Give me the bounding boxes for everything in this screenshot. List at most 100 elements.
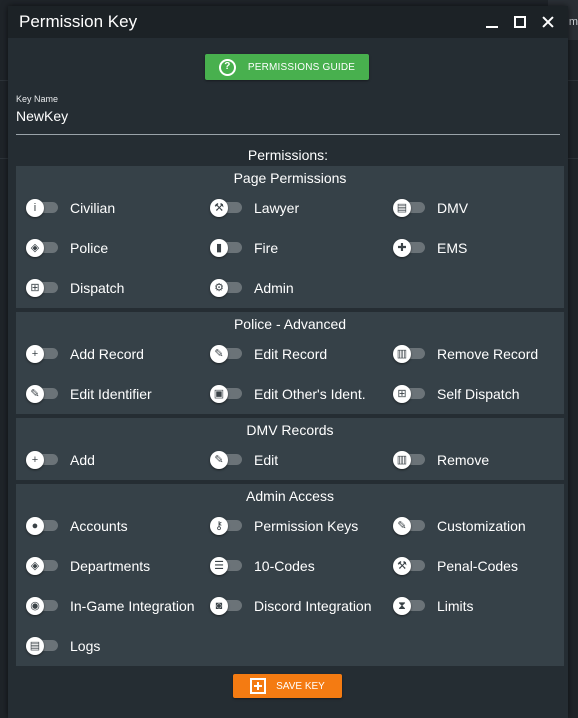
permission-item: ● Accounts bbox=[24, 514, 128, 538]
permission-item: ✎ Edit Record bbox=[208, 342, 327, 366]
permission-toggle[interactable]: ☰ bbox=[208, 554, 244, 578]
permission-toggle[interactable]: i bbox=[24, 196, 60, 220]
permission-label: Edit Record bbox=[254, 346, 328, 362]
permission-toggle[interactable]: ● bbox=[24, 514, 60, 538]
permission-label: Logs bbox=[70, 638, 101, 654]
shield-icon: ◈ bbox=[26, 239, 44, 257]
permission-toggle[interactable]: ✎ bbox=[24, 382, 60, 406]
paint-brush-icon: ✎ bbox=[393, 517, 411, 535]
permission-label: Edit bbox=[254, 452, 279, 468]
key-name-label: Key Name bbox=[16, 94, 59, 104]
permission-item: ☰ 10-Codes bbox=[208, 554, 315, 578]
close-icon[interactable] bbox=[540, 14, 556, 30]
permission-toggle[interactable]: ⚷ bbox=[208, 514, 244, 538]
permission-toggle[interactable]: ◉ bbox=[24, 594, 60, 618]
permission-label: Discord Integration bbox=[254, 598, 372, 614]
window-controls bbox=[484, 6, 556, 38]
permission-item: + Add Record bbox=[24, 342, 144, 366]
permission-label: Penal-Codes bbox=[437, 558, 518, 574]
permission-section: Page Permissions i Civilian ⚒ Lawyer ▤ DMV ◈ Pol… bbox=[16, 166, 564, 308]
permission-item: ⧗ Limits bbox=[391, 594, 474, 618]
permission-label: Lawyer bbox=[254, 200, 300, 216]
permission-toggle[interactable]: ▤ bbox=[391, 196, 427, 220]
permission-item: ✎ Edit Identifier bbox=[24, 382, 152, 406]
permission-toggle[interactable]: ▮ bbox=[208, 236, 244, 260]
permission-toggle[interactable]: ⚒ bbox=[208, 196, 244, 220]
save-key-button[interactable]: SAVE KEY bbox=[233, 674, 342, 698]
permission-item: ▤ Logs bbox=[24, 634, 100, 658]
permission-toggle[interactable]: + bbox=[24, 448, 60, 472]
permission-item: ▥ Remove bbox=[391, 448, 489, 472]
sitemap-icon: ⊞ bbox=[26, 279, 44, 297]
permission-toggle[interactable]: + bbox=[24, 342, 60, 366]
permission-item: ⚷ Permission Keys bbox=[208, 514, 358, 538]
info-icon: i bbox=[26, 199, 44, 217]
sitemap-icon: ⊞ bbox=[393, 385, 411, 403]
permission-label: Accounts bbox=[70, 518, 128, 534]
permission-item: i Civilian bbox=[24, 196, 115, 220]
permission-toggle[interactable]: ✎ bbox=[391, 514, 427, 538]
permission-label: Dispatch bbox=[70, 280, 125, 296]
permission-toggle[interactable]: ▥ bbox=[391, 448, 427, 472]
save-key-label: SAVE KEY bbox=[276, 680, 325, 692]
permission-toggle[interactable]: ⧗ bbox=[391, 594, 427, 618]
section-title: Admin Access bbox=[246, 488, 334, 504]
list-icon: ☰ bbox=[210, 557, 228, 575]
permission-item: ⊞ Dispatch bbox=[24, 276, 124, 300]
permission-toggle[interactable]: ◙ bbox=[208, 594, 244, 618]
permission-item: ✎ Edit bbox=[208, 448, 278, 472]
permission-label: 10-Codes bbox=[254, 558, 315, 574]
permission-item: ⊞ Self Dispatch bbox=[391, 382, 519, 406]
id-badge-icon: ▣ bbox=[210, 385, 228, 403]
dialog-title: Permission Key bbox=[19, 12, 138, 31]
permission-toggle[interactable]: ▥ bbox=[391, 342, 427, 366]
key-name-input[interactable]: NewKey bbox=[16, 108, 68, 124]
user-icon: ● bbox=[26, 517, 44, 535]
permission-label: Self Dispatch bbox=[437, 386, 520, 402]
permission-item: ▥ Remove Record bbox=[391, 342, 538, 366]
maximize-icon[interactable] bbox=[512, 14, 528, 30]
permission-toggle[interactable]: ⊞ bbox=[391, 382, 427, 406]
section-title: Page Permissions bbox=[233, 170, 347, 186]
permission-item: ⚙ Admin bbox=[208, 276, 294, 300]
permission-item: ▤ DMV bbox=[391, 196, 468, 220]
permission-item: ⚒ Penal-Codes bbox=[391, 554, 518, 578]
trash-icon: ▥ bbox=[393, 451, 411, 469]
gavel-icon: ⚒ bbox=[393, 557, 411, 575]
permission-label: Remove Record bbox=[437, 346, 539, 362]
pencil-icon: ✎ bbox=[26, 385, 44, 403]
permissions-heading: Permissions: bbox=[247, 147, 329, 163]
permission-toggle[interactable]: ✎ bbox=[208, 448, 244, 472]
gamepad-icon: ◉ bbox=[26, 597, 44, 615]
users-cog-icon: ⚙ bbox=[210, 279, 228, 297]
permission-item: + Add bbox=[24, 448, 95, 472]
permission-toggle[interactable]: ⚙ bbox=[208, 276, 244, 300]
permission-toggle[interactable]: ◈ bbox=[24, 236, 60, 260]
permission-toggle[interactable]: ✚ bbox=[391, 236, 427, 260]
title-bar[interactable]: Permission Key bbox=[8, 6, 568, 38]
permission-toggle[interactable]: ▤ bbox=[24, 634, 60, 658]
permission-toggle[interactable]: ▣ bbox=[208, 382, 244, 406]
discord-icon: ◙ bbox=[210, 597, 228, 615]
key-icon: ⚷ bbox=[210, 517, 228, 535]
permission-label: Add Record bbox=[70, 346, 144, 362]
permission-item: ▮ Fire bbox=[208, 236, 278, 260]
permission-label: Permission Keys bbox=[254, 518, 359, 534]
permission-label: Add bbox=[70, 452, 95, 468]
permissions-guide-button[interactable]: ? PERMISSIONS GUIDE bbox=[205, 54, 369, 80]
permission-item: ⚒ Lawyer bbox=[208, 196, 299, 220]
permission-label: Fire bbox=[254, 240, 279, 256]
permission-toggle[interactable]: ◈ bbox=[24, 554, 60, 578]
permission-item: ◈ Departments bbox=[24, 554, 150, 578]
permission-toggle[interactable]: ⊞ bbox=[24, 276, 60, 300]
permission-label: Limits bbox=[437, 598, 474, 614]
permission-item: ▣ Edit Other's Ident. bbox=[208, 382, 366, 406]
pencil-icon: ✎ bbox=[210, 345, 228, 363]
permission-label: Police bbox=[70, 240, 109, 256]
permission-toggle[interactable]: ✎ bbox=[208, 342, 244, 366]
permission-label: EMS bbox=[437, 240, 468, 256]
minimize-icon[interactable] bbox=[484, 14, 500, 30]
trash-icon: ▥ bbox=[393, 345, 411, 363]
permission-toggle[interactable]: ⚒ bbox=[391, 554, 427, 578]
plus-square-icon bbox=[250, 678, 267, 694]
